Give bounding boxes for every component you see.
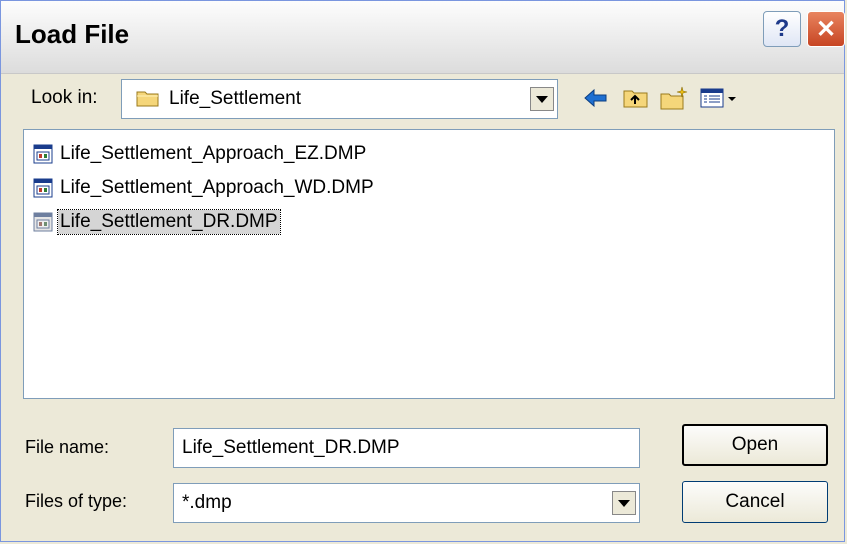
- file-type-value: *.dmp: [182, 492, 232, 513]
- look-in-label: Look in:: [31, 87, 98, 108]
- chevron-down-icon: [536, 95, 548, 103]
- title-bar: Load File ? ✕: [1, 1, 845, 74]
- help-button[interactable]: ?: [763, 11, 801, 47]
- load-file-dialog: Load File ? ✕ Look in: Life_Settlement L…: [0, 0, 845, 542]
- file-item[interactable]: Life_Settlement_Approach_EZ.DMP: [33, 140, 368, 168]
- close-button[interactable]: ✕: [807, 11, 845, 47]
- file-name: Life_Settlement_Approach_WD.DMP: [60, 177, 374, 198]
- folder-icon: [136, 91, 159, 107]
- look-in-dropdown[interactable]: Life_Settlement: [121, 79, 558, 119]
- up-folder-icon[interactable]: [621, 85, 651, 111]
- file-list[interactable]: Life_Settlement_Approach_EZ.DMP Life_Set…: [23, 129, 835, 399]
- file-name: Life_Settlement_Approach_EZ.DMP: [60, 143, 367, 164]
- file-name: Life_Settlement_DR.DMP: [57, 209, 281, 235]
- close-icon: ✕: [815, 15, 837, 43]
- cancel-button[interactable]: Cancel: [682, 481, 828, 523]
- back-arrow-icon[interactable]: [581, 85, 611, 111]
- dmp-file-icon: [33, 212, 53, 232]
- dialog-title: Load File: [15, 19, 130, 49]
- file-name-label: File name:: [25, 437, 110, 457]
- file-item[interactable]: Life_Settlement_Approach_WD.DMP: [33, 174, 376, 202]
- file-type-label: Files of type:: [25, 491, 128, 511]
- dmp-file-icon: [33, 178, 53, 198]
- help-icon: ?: [774, 15, 790, 42]
- chevron-down-icon: [618, 499, 630, 507]
- file-item-selected[interactable]: Life_Settlement_DR.DMP: [33, 208, 281, 236]
- look-in-value: Life_Settlement: [169, 88, 302, 109]
- dmp-file-icon: [33, 144, 53, 164]
- file-type-dropdown[interactable]: *.dmp: [173, 483, 640, 523]
- look-in-dropdown-button[interactable]: [530, 87, 554, 111]
- open-button[interactable]: Open: [682, 424, 828, 466]
- file-type-dropdown-button[interactable]: [612, 491, 636, 515]
- file-name-input[interactable]: Life_Settlement_DR.DMP: [173, 428, 640, 468]
- new-folder-icon[interactable]: [659, 85, 689, 111]
- view-menu-icon[interactable]: [699, 85, 739, 111]
